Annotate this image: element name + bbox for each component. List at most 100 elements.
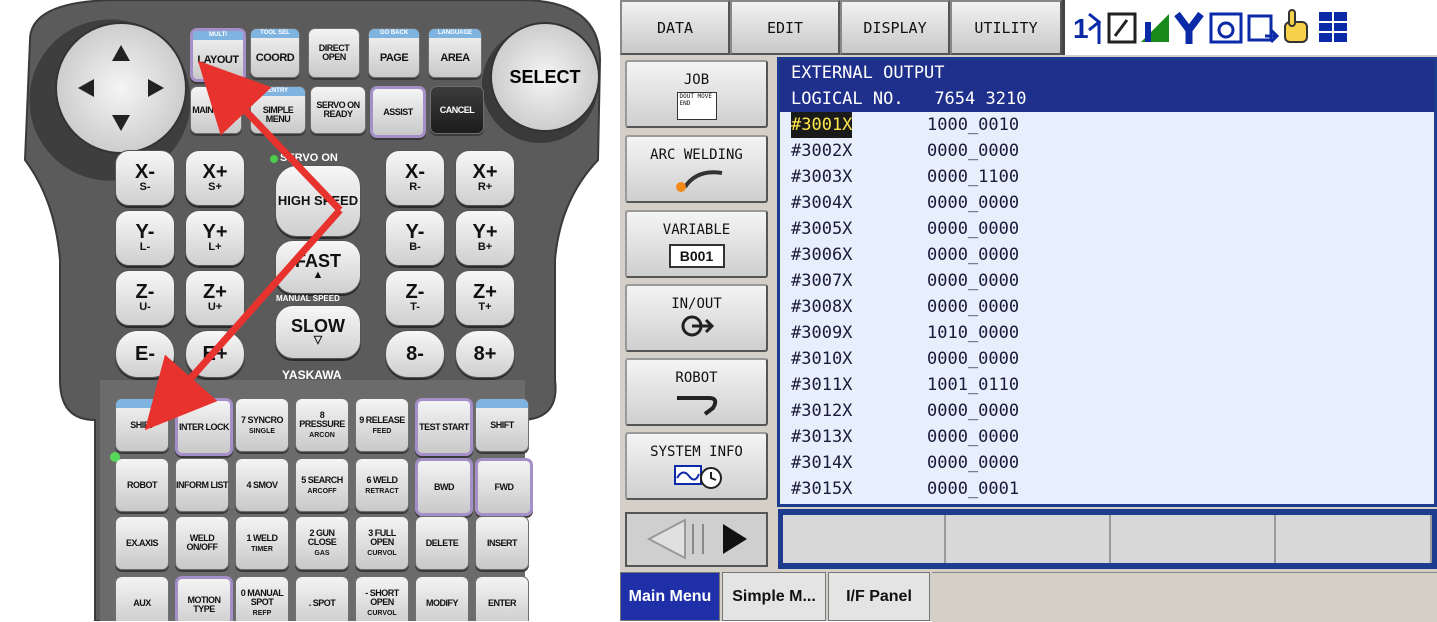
side-menu-arc-welding[interactable]: ARC WELDING	[625, 135, 768, 203]
page-key[interactable]: GO BACK PAGE	[368, 28, 420, 78]
axis-key-rx-plus[interactable]: X+ R+	[455, 150, 515, 206]
keypad-key[interactable]: MOTION TYPE	[175, 576, 233, 621]
side-menu-robot[interactable]: ROBOT	[625, 358, 768, 426]
keypad-key[interactable]: EX.AXIS	[115, 516, 169, 570]
svg-text:1: 1	[1073, 13, 1089, 44]
axis-key-ry-plus[interactable]: Y+ B+	[455, 210, 515, 266]
output-row[interactable]: #3015X 0000_0001	[780, 476, 1434, 502]
axis-key-ry-minus[interactable]: Y- B-	[385, 210, 445, 266]
axis8-plus-key[interactable]: 8+	[455, 330, 515, 378]
axis-key-x-minus[interactable]: X- S-	[115, 150, 175, 206]
keypad-key[interactable]: INSERT	[475, 516, 529, 570]
axis-key-rz-minus[interactable]: Z- T-	[385, 270, 445, 326]
assist-key[interactable]: ASSIST	[370, 86, 426, 138]
side-menu-system-info[interactable]: SYSTEM INFO	[625, 432, 768, 500]
keypad-key-label: TEST START	[419, 421, 469, 432]
axis8-minus-key[interactable]: 8-	[385, 330, 445, 378]
output-row[interactable]: #3012X 0000_0000	[780, 398, 1434, 424]
output-row-value: 1000_0010	[927, 115, 1020, 135]
keypad-key[interactable]: 2 GUN CLOSE GAS	[295, 516, 349, 570]
keypad-key[interactable]: WELD ON/OFF	[175, 516, 229, 570]
axis-key-z-plus[interactable]: Z+ U+	[185, 270, 245, 326]
axis-key-rz-plus[interactable]: Z+ T+	[455, 270, 515, 326]
tab-main-menu[interactable]: Main Menu	[620, 572, 720, 621]
keypad-key[interactable]: FWD	[475, 458, 533, 516]
layout-key[interactable]: MULTI LAYOUT	[190, 28, 246, 82]
menu-display[interactable]: DISPLAY	[840, 0, 950, 55]
keypad-key[interactable]: DELETE	[415, 516, 469, 570]
output-row[interactable]: #3014X 0000_0000	[780, 450, 1434, 476]
prev-page-icon[interactable]	[646, 518, 686, 560]
keypad-key[interactable]: SHIFT	[115, 398, 169, 452]
axis-key-y-plus[interactable]: Y+ L+	[185, 210, 245, 266]
output-row[interactable]: #3010X 0000_0000	[780, 346, 1434, 372]
output-row[interactable]: #3011X 1001_0110	[780, 372, 1434, 398]
high-speed-key[interactable]: HIGH SPEED	[275, 165, 361, 237]
coord-key[interactable]: TOOL SEL COORD	[250, 28, 300, 78]
side-menu-in-out[interactable]: IN/OUT	[625, 284, 768, 352]
keypad-key[interactable]: SHIFT	[475, 398, 529, 452]
side-menu-variable[interactable]: VARIABLE B001	[625, 210, 768, 278]
output-row[interactable]: #3008X 0000_0000	[780, 294, 1434, 320]
output-row-id: #3004X	[791, 193, 853, 213]
fast-key[interactable]: FAST ▲	[275, 240, 361, 294]
keypad-key[interactable]: . SPOT	[295, 576, 349, 621]
keypad-key[interactable]: MODIFY	[415, 576, 469, 621]
keypad-key[interactable]: 8 PRESSURE ARCON	[295, 398, 349, 452]
axis-key-big-label: X+	[202, 161, 228, 184]
output-row[interactable]: #3006X 0000_0000	[780, 242, 1434, 268]
keypad-key[interactable]: ENTER	[475, 576, 529, 621]
keypad-key[interactable]: 4 SMOV	[235, 458, 289, 512]
side-menu-job[interactable]: JOB DOUT MOVE END	[625, 60, 768, 128]
output-row-id: #3010X	[791, 349, 853, 369]
output-row[interactable]: #3001X 1000_0010	[780, 112, 1434, 138]
keypad-key[interactable]: 7 SYNCRO SINGLE	[235, 398, 289, 452]
cancel-key[interactable]: CANCEL	[430, 86, 484, 134]
output-row[interactable]: #3007X 0000_0000	[780, 268, 1434, 294]
ext-axis-minus-key[interactable]: E-	[115, 330, 175, 378]
message-bar	[778, 509, 1437, 569]
direct-open-key[interactable]: DIRECT OPEN	[308, 28, 360, 78]
output-row-id: #3015X	[791, 479, 853, 499]
keypad-key[interactable]: - SHORT OPEN CURVOL	[355, 576, 409, 621]
axis-key-x-plus[interactable]: X+ S+	[185, 150, 245, 206]
keypad-key-label: 2 GUN CLOSE	[307, 528, 337, 547]
keypad-key[interactable]: BWD	[415, 458, 473, 516]
output-row[interactable]: #3009X 1010_0000	[780, 320, 1434, 346]
keypad-key[interactable]: 1 WELD TIMER	[235, 516, 289, 570]
keypad-key[interactable]: 6 WELD RETRACT	[355, 458, 409, 512]
area-key[interactable]: LANGUAGE AREA	[428, 28, 482, 78]
output-row[interactable]: #3002X 0000_0000	[780, 138, 1434, 164]
keypad-key[interactable]: 5 SEARCH ARCOFF	[295, 458, 349, 512]
keypad-key[interactable]: 0 MANUAL SPOT REFP	[235, 576, 289, 621]
select-button[interactable]: SELECT	[490, 22, 600, 132]
keypad-key[interactable]: ROBOT	[115, 458, 169, 512]
direction-pad[interactable]	[55, 22, 187, 154]
slow-key[interactable]: SLOW ▽	[275, 305, 361, 359]
servo-on-ready-key[interactable]: SERVO ON READY	[310, 86, 366, 134]
axis-key-z-minus[interactable]: Z- U-	[115, 270, 175, 326]
output-row[interactable]: #3013X 0000_0000	[780, 424, 1434, 450]
keypad-key[interactable]: TEST START	[415, 398, 473, 456]
main-menu-key-label: MAIN MENU	[192, 104, 240, 115]
menu-data[interactable]: DATA	[620, 0, 730, 55]
keypad-key[interactable]: INTER LOCK	[175, 398, 233, 456]
keypad-key[interactable]: AUX	[115, 576, 169, 621]
keypad-key[interactable]: 3 FULL OPEN CURVOL	[355, 516, 409, 570]
keypad-key[interactable]: 9 RELEASE FEED	[355, 398, 409, 452]
keypad-key[interactable]: INFORM LIST	[175, 458, 229, 512]
axis-key-rx-minus[interactable]: X- R-	[385, 150, 445, 206]
output-row-value: 0000_1100	[927, 167, 1020, 187]
tab-simple-menu[interactable]: Simple M...	[722, 572, 826, 621]
menu-utility[interactable]: UTILITY	[950, 0, 1062, 55]
next-page-icon[interactable]	[723, 524, 747, 554]
output-row[interactable]: #3004X 0000_0000	[780, 190, 1434, 216]
menu-edit[interactable]: EDIT	[730, 0, 840, 55]
simple-menu-key[interactable]: ENTRY SIMPLE MENU	[250, 86, 306, 134]
output-row[interactable]: #3005X 0000_0000	[780, 216, 1434, 242]
axis-key-y-minus[interactable]: Y- L-	[115, 210, 175, 266]
main-menu-key[interactable]: MAIN MENU	[190, 86, 242, 134]
ext-axis-plus-key[interactable]: E+	[185, 330, 245, 378]
output-row[interactable]: #3003X 0000_1100	[780, 164, 1434, 190]
tab-if-panel[interactable]: I/F Panel	[828, 572, 930, 621]
